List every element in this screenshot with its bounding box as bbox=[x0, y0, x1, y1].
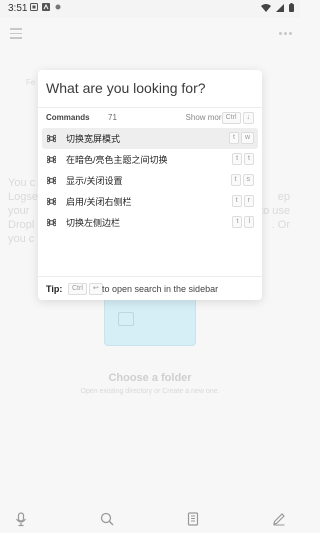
background-left-text: You c Logse your Dropl you c bbox=[8, 177, 38, 245]
notification-icon bbox=[30, 3, 38, 11]
command-label: 切换左侧边栏 bbox=[66, 218, 121, 228]
command-label: 切换宽屏模式 bbox=[66, 134, 121, 144]
command-shortcut: t l bbox=[232, 216, 254, 228]
command-key-icon bbox=[47, 176, 56, 185]
command-item[interactable]: 显示/关闭设置 t s bbox=[42, 170, 258, 191]
command-shortcut: t r bbox=[231, 195, 254, 207]
tip-text: to open search in the sidebar bbox=[102, 284, 219, 294]
command-shortcut: t w bbox=[228, 132, 254, 144]
app-notification-icon bbox=[42, 3, 50, 11]
command-key-icon bbox=[47, 155, 56, 164]
command-key-icon bbox=[47, 134, 56, 143]
tip-shortcut: Ctrl ↩ bbox=[68, 283, 103, 295]
command-label: 显示/关闭设置 bbox=[66, 176, 123, 186]
command-shortcut: t s bbox=[230, 174, 254, 186]
key-enter: ↩ bbox=[88, 283, 103, 295]
key-ctrl: Ctrl bbox=[221, 112, 241, 124]
more-options-icon[interactable] bbox=[279, 32, 292, 35]
command-shortcut: t t bbox=[232, 153, 254, 165]
wifi-icon bbox=[261, 3, 271, 12]
key-down: ↓ bbox=[242, 112, 254, 124]
show-more-link[interactable]: Show more bbox=[186, 113, 226, 122]
key-ctrl: Ctrl bbox=[68, 283, 87, 295]
signal-icon bbox=[276, 3, 284, 12]
command-label: 在暗色/亮色主题之间切换 bbox=[66, 155, 168, 165]
choose-folder-subtitle: Open existing directory or Create a new … bbox=[80, 388, 220, 395]
background-text-fe: Fe bbox=[26, 78, 36, 87]
app-header bbox=[0, 18, 300, 48]
command-item[interactable]: 在暗色/亮色主题之间切换 t t bbox=[42, 149, 258, 170]
command-palette: Commands 71 Show more Ctrl ↓ 切换宽屏模式 t w … bbox=[38, 70, 262, 300]
microphone-icon[interactable] bbox=[13, 511, 29, 527]
sync-icon bbox=[55, 4, 61, 10]
command-key-icon bbox=[47, 218, 56, 227]
command-list: 切换宽屏模式 t w 在暗色/亮色主题之间切换 t t 显示/关闭设置 t s … bbox=[42, 128, 258, 233]
battery-icon bbox=[289, 3, 294, 12]
command-item[interactable]: 启用/关闭右侧栏 t r bbox=[42, 191, 258, 212]
background-right-text: ep to use . Or bbox=[260, 191, 290, 231]
folder-icon bbox=[118, 312, 134, 326]
journal-icon[interactable] bbox=[185, 511, 201, 527]
choose-folder-title: Choose a folder bbox=[108, 372, 192, 384]
command-key-icon bbox=[47, 197, 56, 206]
pencil-icon[interactable] bbox=[271, 511, 287, 527]
command-item[interactable]: 切换左侧边栏 t l bbox=[42, 212, 258, 233]
status-bar: 3:51 bbox=[0, 0, 300, 18]
tip-label: Tip: bbox=[46, 284, 63, 294]
command-item[interactable]: 切换宽屏模式 t w bbox=[42, 128, 258, 149]
search-input[interactable] bbox=[38, 70, 262, 106]
show-more-shortcut: Ctrl ↓ bbox=[221, 112, 254, 124]
status-time: 3:51 bbox=[8, 3, 28, 14]
bottom-toolbar bbox=[0, 505, 300, 533]
tip-bar: Tip: Ctrl ↩ to open search in the sideba… bbox=[38, 276, 262, 301]
command-label: 启用/关闭右侧栏 bbox=[66, 197, 132, 207]
group-title: Commands bbox=[46, 113, 90, 122]
search-icon[interactable] bbox=[99, 511, 115, 527]
divider bbox=[38, 107, 262, 108]
menu-icon[interactable] bbox=[10, 28, 22, 39]
commands-group-header: Commands 71 Show more Ctrl ↓ bbox=[46, 110, 254, 126]
group-count: 71 bbox=[108, 113, 117, 122]
